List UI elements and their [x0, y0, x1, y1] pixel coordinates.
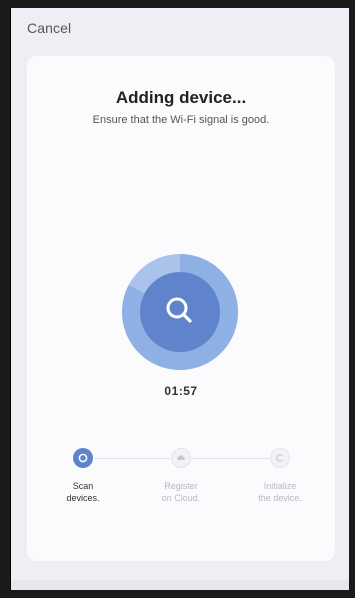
- cloud-icon: [177, 455, 185, 460]
- bottom-bar: [11, 580, 349, 590]
- countdown-timer: 01:57: [164, 384, 198, 398]
- adding-device-card: Adding device... Ensure that the Wi-Fi s…: [27, 56, 335, 561]
- top-bar: Cancel: [11, 8, 349, 44]
- step-connector-2: [192, 458, 270, 459]
- step-connector-1: [95, 458, 170, 459]
- page-subtitle: Ensure that the Wi-Fi signal is good.: [92, 114, 270, 126]
- progress-ring: [122, 253, 239, 370]
- step-scan-dot: [73, 448, 93, 468]
- step-scan-label: Scan devices.: [66, 481, 100, 503]
- page-title: Adding device...: [115, 88, 247, 107]
- progress-steps: Scan devices. Register on Cloud. Initial…: [27, 448, 335, 518]
- scan-center-circle: [140, 272, 220, 352]
- app-screen: Cancel Adding device... Ensure that the …: [10, 8, 349, 590]
- step-initialize-label: Initialize the device.: [258, 481, 302, 503]
- step-initialize-dot: [270, 448, 290, 468]
- step-register-label: Register on Cloud.: [161, 481, 201, 503]
- step-register-dot: [171, 448, 191, 468]
- scan-progress-indicator: [119, 251, 241, 373]
- cancel-button[interactable]: Cancel: [27, 20, 71, 36]
- scan-icon: [78, 453, 88, 463]
- initialize-icon: [276, 454, 283, 462]
